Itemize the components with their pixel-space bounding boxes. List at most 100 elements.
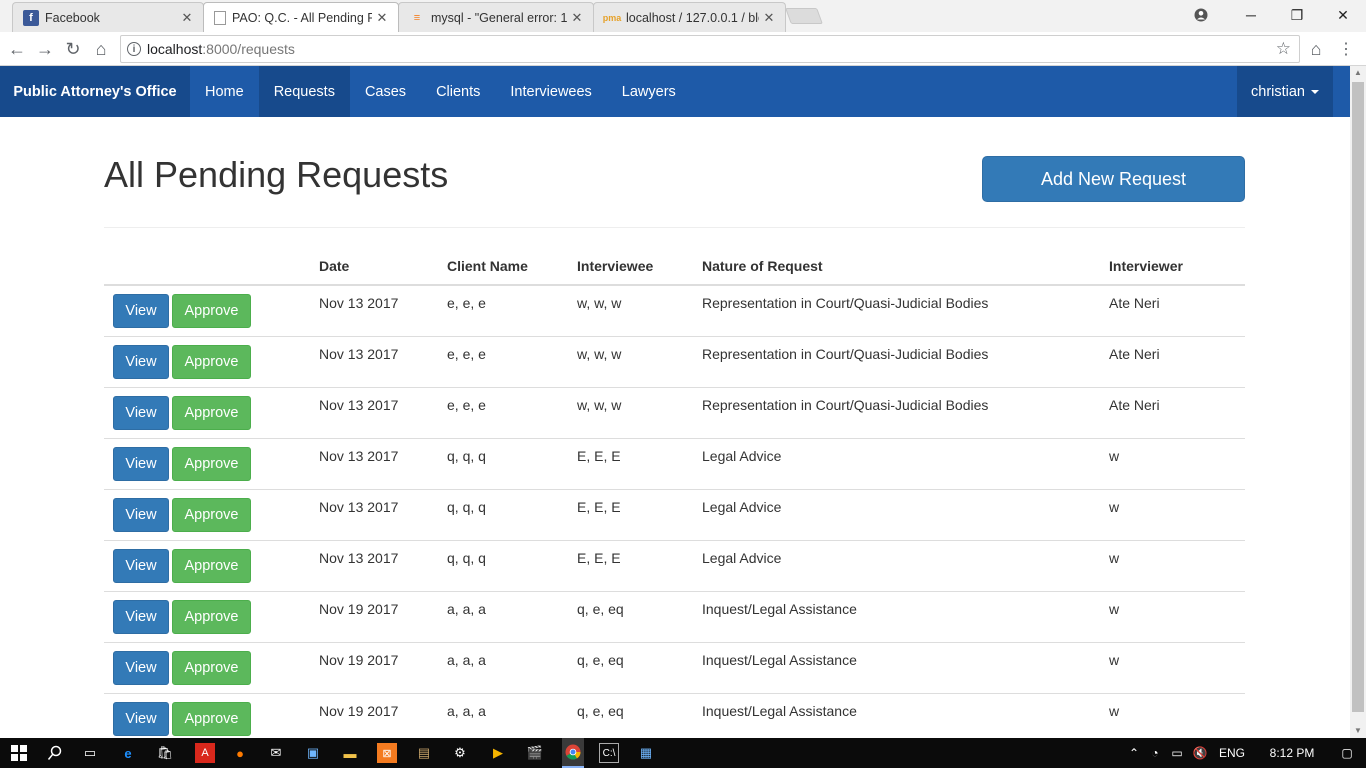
language-indicator[interactable]: ENG <box>1212 746 1252 760</box>
navbar-links: Home Requests Cases Clients Interviewees… <box>190 66 691 117</box>
view-button[interactable]: View <box>113 599 169 634</box>
row-actions: View Approve <box>104 540 311 592</box>
cell-nature-of-request: Legal Advice <box>694 540 1101 592</box>
cmd-icon[interactable]: C:\ <box>599 743 619 763</box>
browser-tab-mysql[interactable]: ≡ mysql - "General error: 1( ✕ <box>398 2 594 32</box>
scroll-down-arrow-icon[interactable]: ▼ <box>1350 724 1366 738</box>
profile-icon[interactable] <box>1178 0 1224 30</box>
edge-icon[interactable]: e <box>118 743 138 763</box>
browser-tab-pao[interactable]: PAO: Q.C. - All Pending R ✕ <box>203 2 399 32</box>
cell-interviewer: w <box>1101 591 1245 643</box>
approve-button[interactable]: Approve <box>172 701 251 736</box>
bookmark-star-icon[interactable]: ☆ <box>1276 39 1291 59</box>
browser-tab-phpmyadmin[interactable]: pma localhost / 127.0.0.1 / blo ✕ <box>593 2 786 32</box>
xampp-icon[interactable]: ⊠ <box>377 743 397 763</box>
wifi-icon[interactable]: ◔ <box>1144 746 1166 760</box>
cell-client-name: q, q, q <box>439 489 569 541</box>
nav-link-clients[interactable]: Clients <box>421 66 495 117</box>
close-tab-icon[interactable]: ✕ <box>571 10 583 26</box>
approve-button[interactable]: Approve <box>172 446 251 481</box>
media-player-icon[interactable]: ▶ <box>488 743 508 763</box>
cell-client-name: q, q, q <box>439 540 569 592</box>
cell-client-name: a, a, a <box>439 591 569 643</box>
scroll-up-arrow-icon[interactable]: ▲ <box>1350 66 1366 80</box>
menu-kebab-icon[interactable]: ⋮ <box>1333 36 1359 62</box>
new-tab-button[interactable] <box>785 8 823 24</box>
clock[interactable]: 8:12 PM <box>1252 746 1332 760</box>
table-row: View Approve Nov 19 2017 a, a, a q, e, eq Inq… <box>104 642 1245 694</box>
view-button[interactable]: View <box>113 446 169 481</box>
home-icon[interactable]: ⌂ <box>88 36 114 62</box>
cell-interviewer: w <box>1101 540 1245 592</box>
chrome-icon[interactable] <box>562 738 584 768</box>
nav-link-interviewees[interactable]: Interviewees <box>495 66 606 117</box>
minimize-icon[interactable]: ─ <box>1228 0 1274 30</box>
close-tab-icon[interactable]: ✕ <box>181 10 193 26</box>
approve-button[interactable]: Approve <box>172 497 251 532</box>
back-arrow-icon[interactable]: ← <box>4 36 30 62</box>
search-icon[interactable] <box>45 743 65 763</box>
restore-icon[interactable]: ❐ <box>1274 0 1320 30</box>
acrobat-icon[interactable]: A <box>195 743 215 763</box>
nav-link-home[interactable]: Home <box>190 66 259 117</box>
windows-start-icon[interactable] <box>9 743 29 763</box>
close-tab-icon[interactable]: ✕ <box>376 10 388 26</box>
approve-button[interactable]: Approve <box>172 395 251 430</box>
view-button[interactable]: View <box>113 395 169 430</box>
row-actions: View Approve <box>104 693 311 738</box>
firefox-icon[interactable]: ● <box>230 743 250 763</box>
approve-button[interactable]: Approve <box>172 344 251 379</box>
reload-icon[interactable]: ↻ <box>60 36 86 62</box>
browser-tab-facebook[interactable]: f Facebook ✕ <box>12 2 204 32</box>
chevron-up-icon[interactable]: ⌃ <box>1124 746 1144 760</box>
sublime-icon[interactable]: ▤ <box>414 743 434 763</box>
navbar-brand[interactable]: Public Attorney's Office <box>0 66 190 117</box>
user-menu-dropdown[interactable]: christian <box>1237 66 1333 117</box>
page-scrollbar[interactable]: ▲ ▼ <box>1350 66 1366 738</box>
forward-arrow-icon[interactable]: → <box>32 36 58 62</box>
approve-button[interactable]: Approve <box>172 548 251 583</box>
battery-icon[interactable]: ▭ <box>1166 746 1188 760</box>
virtualbox-icon[interactable]: ▣ <box>303 743 323 763</box>
header-nature-of-request: Nature of Request <box>694 250 1101 286</box>
header-date: Date <box>311 250 439 286</box>
cell-interviewer: Ate Neri <box>1101 387 1245 439</box>
nav-link-requests[interactable]: Requests <box>258 66 350 117</box>
file-explorer-icon[interactable]: ▬ <box>340 743 360 763</box>
address-bar[interactable]: i localhost:8000/requests ☆ <box>120 35 1300 63</box>
movie-maker-icon[interactable]: 🎬 <box>525 743 545 763</box>
nav-link-cases[interactable]: Cases <box>350 66 421 117</box>
nav-link-lawyers[interactable]: Lawyers <box>607 66 691 117</box>
mail-icon[interactable]: ✉ <box>266 743 286 763</box>
table-row: View Approve Nov 13 2017 e, e, e w, w, w Repr… <box>104 387 1245 439</box>
close-tab-icon[interactable]: ✕ <box>763 10 775 26</box>
view-button[interactable]: View <box>113 344 169 379</box>
cell-client-name: e, e, e <box>439 285 569 337</box>
info-icon[interactable]: i <box>127 42 141 56</box>
notifications-icon[interactable]: ▢ <box>1332 746 1362 760</box>
view-button[interactable]: View <box>113 548 169 583</box>
cell-client-name: e, e, e <box>439 336 569 388</box>
task-view-icon[interactable]: ▭ <box>80 743 100 763</box>
view-button[interactable]: View <box>113 650 169 685</box>
volume-mute-icon[interactable]: 🔇 <box>1188 746 1212 760</box>
remote-desktop-icon[interactable]: ▦ <box>636 743 656 763</box>
url-path: :8000/requests <box>202 41 295 57</box>
close-window-icon[interactable]: ✕ <box>1320 0 1366 30</box>
approve-button[interactable]: Approve <box>172 650 251 685</box>
steam-icon[interactable]: ⚙ <box>450 743 470 763</box>
store-icon[interactable]: 🛍 <box>155 743 175 763</box>
approve-button[interactable]: Approve <box>172 599 251 634</box>
approve-button[interactable]: Approve <box>172 294 251 328</box>
user-name: christian <box>1251 83 1305 100</box>
view-button[interactable]: View <box>113 701 169 736</box>
page-content: Public Attorney's Office Home Requests C… <box>0 66 1350 738</box>
tab-title: PAO: Q.C. - All Pending R <box>232 10 372 25</box>
view-button[interactable]: View <box>113 294 169 328</box>
view-button[interactable]: View <box>113 497 169 532</box>
extension-home-icon[interactable]: ⌂ <box>1303 36 1329 62</box>
facebook-icon: f <box>23 9 39 26</box>
scrollbar-thumb[interactable] <box>1352 82 1364 712</box>
row-actions: View Approve <box>104 591 311 643</box>
add-new-request-button[interactable]: Add New Request <box>982 156 1245 202</box>
